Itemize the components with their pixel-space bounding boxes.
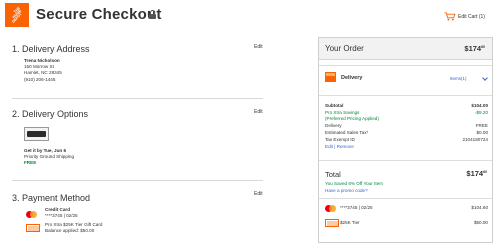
summary-value: $0.00: [476, 130, 489, 135]
edit-remove-text[interactable]: Edit | Remove: [325, 144, 354, 149]
summary-value: -$9.20: [474, 110, 488, 115]
header-total-price: $17460: [464, 44, 485, 53]
cart-icon[interactable]: [444, 12, 456, 21]
gift-card-title: Pro Xtra $25K Tier Gift Card: [45, 222, 103, 227]
payment-method-heading: 3. Payment Method: [12, 193, 91, 203]
edit-address-link[interactable]: Edit: [254, 44, 263, 50]
delivery-box-icon: [325, 72, 336, 82]
gift-card-icon: [325, 219, 339, 227]
summary-key: Delivery: [325, 123, 342, 128]
panel-divider: [319, 198, 492, 199]
summary-row-delivery: Delivery FREE: [325, 123, 488, 129]
delivery-label: Delivery: [341, 75, 363, 81]
mastercard-icon: [325, 205, 336, 212]
gift-card-info: Pro Xtra $25K Tier Gift Card Balance app…: [45, 222, 102, 234]
edit-payment-link[interactable]: Edit: [254, 191, 263, 197]
summary-key: Estimated Sales Tax*: [325, 130, 369, 135]
items-toggle[interactable]: Items(1): [450, 76, 467, 81]
summary-value: 2104180724: [462, 137, 488, 142]
order-summary-header: Your Order $17460: [319, 38, 492, 60]
total-cents: 60: [483, 170, 487, 174]
gift-card-detail: Balance applied: $50.00: [45, 227, 95, 233]
summary-key: Subtotal: [325, 103, 344, 108]
payment-summary-card: ****3745 | 02/25 $104.60: [325, 204, 488, 212]
summary-key: Tax Exempt ID: [325, 137, 355, 142]
summary-row-tax: Estimated Sales Tax* $0.00: [325, 130, 488, 136]
lock-icon: [149, 10, 156, 19]
payment-card-amount: $104.60: [471, 205, 488, 210]
edit-cart-link[interactable]: Edit Cart (1): [458, 14, 485, 20]
credit-card-info: Credit Card ****3745 | 02/25: [45, 207, 78, 219]
total-dollars: $174: [466, 169, 484, 178]
edit-remove-links[interactable]: Edit | Remove: [325, 144, 488, 150]
payment-gift-detail: $25K Tier: [340, 220, 360, 225]
gift-card-icon: [26, 224, 40, 232]
summary-value: $104.00: [471, 103, 488, 108]
edit-delivery-options-link[interactable]: Edit: [254, 109, 263, 115]
payment-card-detail: ****3745 | 02/25: [340, 205, 373, 210]
delivery-options-heading: 2. Delivery Options: [12, 109, 89, 119]
address-city: Hamlet, NC 28345: [24, 70, 62, 76]
your-order-title: Your Order: [325, 44, 364, 53]
summary-key: Pro Xtra Savings: [325, 110, 360, 115]
panel-divider: [319, 95, 492, 96]
header-total-dollars: $174: [464, 44, 482, 53]
delivery-address-heading: 1. Delivery Address: [12, 44, 90, 54]
savings-message: You Saved 6% Off Your Item: [325, 181, 383, 186]
summary-row-tax-exempt: Tax Exempt ID 2104180724: [325, 137, 488, 143]
mastercard-icon: [26, 211, 37, 218]
address-phone: (910) 206-1445: [24, 76, 56, 82]
header-total-cents: 60: [481, 45, 485, 49]
summary-key: (Preferred Pricing Applied): [325, 116, 379, 121]
delivery-details: Get it by Tue, Jun 6 Priority Ground Shi…: [24, 148, 74, 166]
section-divider: [12, 98, 263, 99]
panel-divider: [319, 65, 492, 66]
credit-card-detail: ****3745 | 02/25: [45, 212, 78, 218]
payment-summary-gift: $25K Tier $50.00: [325, 219, 488, 227]
panel-divider: [319, 160, 492, 161]
total-price: $17460: [466, 169, 487, 178]
home-depot-logo[interactable]: THE HOME DEPOT: [5, 3, 29, 27]
page-title: Secure Checkout: [36, 6, 162, 23]
summary-row-preferred: (Preferred Pricing Applied): [325, 116, 488, 122]
section-divider: [12, 180, 263, 181]
total-label: Total: [325, 170, 341, 179]
address-block: Trena Nicholson 150 Morrow St Hamlet, NC…: [24, 58, 62, 83]
shipping-price: FREE: [24, 160, 37, 165]
summary-row-subtotal: Subtotal $104.00: [325, 103, 488, 109]
product-thumbnail: [24, 127, 49, 141]
summary-value: FREE: [475, 123, 488, 128]
payment-gift-amount: $50.00: [473, 220, 488, 225]
promo-code-link[interactable]: Have a promo code?: [325, 188, 368, 193]
